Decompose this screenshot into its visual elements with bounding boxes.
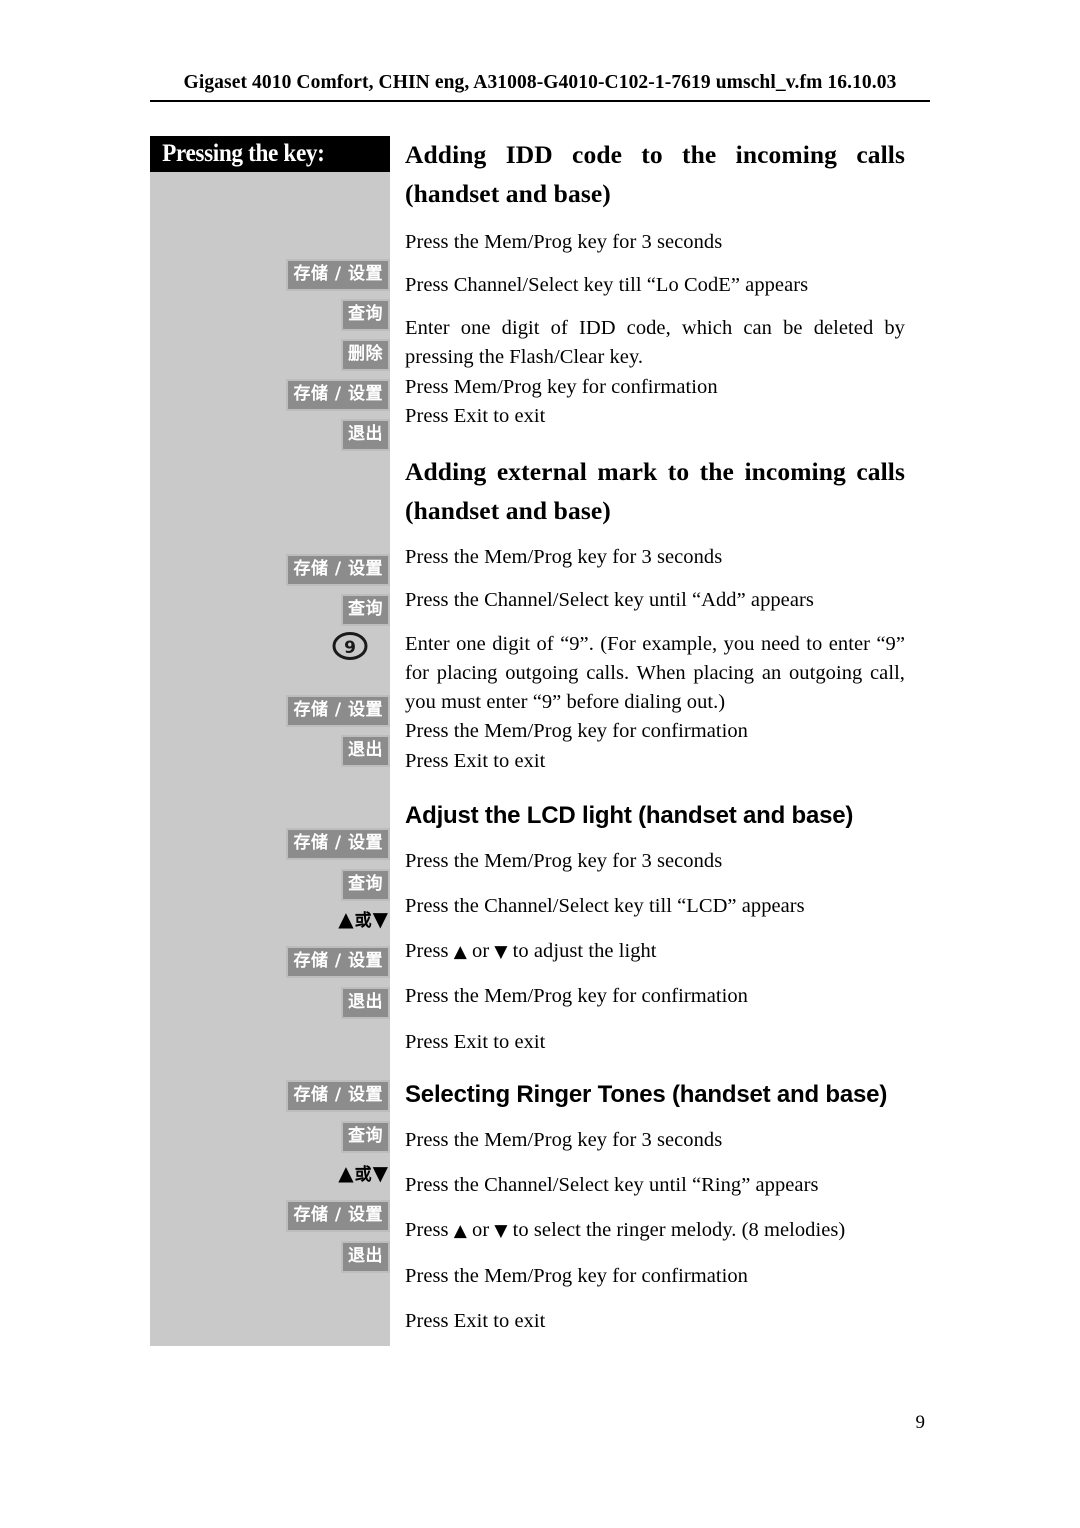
step-line: Press Mem/Prog key for confirmation	[405, 375, 718, 398]
step-line: Enter one digit of “9”. (For example, yo…	[405, 632, 905, 714]
arrow-or-label: 或	[354, 1165, 372, 1185]
instructions-content: Adding IDD code to the incoming calls (h…	[405, 136, 905, 1336]
key-digit-nine-icon[interactable]: 9	[328, 631, 372, 661]
key-chip-delete[interactable]: 删除	[341, 339, 390, 371]
section-title-line-2: (handset and base)	[405, 178, 611, 208]
step-line: Press the Mem/Prog key for 3 seconds	[405, 230, 723, 253]
step-line: Press the Mem/Prog key for confirmation	[405, 720, 748, 743]
section-adding-external-mark: Adding external mark to the incoming cal…	[405, 453, 905, 776]
step-line: Press Channel/Select key till “Lo CodE” …	[405, 273, 809, 296]
step-line: Press the Mem/Prog key for confirmation	[405, 1264, 748, 1287]
pressing-the-key-label: Pressing the key:	[162, 140, 325, 167]
arrow-or-label: 或	[354, 911, 372, 931]
key-up-down-arrows[interactable]: ▲或▼	[338, 1163, 388, 1184]
step-line-with-arrows: Press ▲ or ▼ to select the ringer melody…	[405, 1216, 905, 1245]
running-head-text: Gigaset 4010 Comfort, CHIN eng, A31008-G…	[183, 72, 897, 93]
svg-text:9: 9	[344, 638, 356, 658]
step-mid: or	[466, 1219, 495, 1242]
arrow-down-icon: ▼	[494, 942, 508, 963]
step-line: Enter one digit of IDD code, which can b…	[405, 317, 905, 369]
section-adding-idd-code: Adding IDD code to the incoming calls (h…	[405, 136, 905, 431]
arrow-up-icon: ▲	[338, 907, 354, 931]
section-title-line-2: (handset and base)	[405, 496, 611, 526]
key-chip-query[interactable]: 查询	[341, 1121, 390, 1153]
key-chip-query[interactable]: 查询	[341, 594, 390, 626]
step-line: Press the Mem/Prog key for confirmation	[405, 985, 748, 1008]
key-chip-query[interactable]: 查询	[341, 299, 390, 331]
step-line: Press the Mem/Prog key for 3 seconds	[405, 849, 723, 872]
step-line: Press Exit to exit	[405, 1309, 546, 1332]
key-up-down-arrows[interactable]: ▲或▼	[338, 909, 388, 930]
key-chip-exit[interactable]: 退出	[341, 419, 390, 451]
step-suffix: to select the ringer melody. (8 melodies…	[507, 1219, 846, 1242]
arrow-up-icon: ▲	[453, 1221, 467, 1242]
arrow-down-icon: ▼	[372, 1161, 388, 1185]
arrow-down-icon: ▼	[494, 1221, 508, 1242]
key-chip-query[interactable]: 查询	[341, 869, 390, 901]
section-selecting-ringer-tones: Selecting Ringer Tones (handset and base…	[405, 1077, 905, 1336]
step-line: Press the Channel/Select key till “LCD” …	[405, 894, 805, 917]
key-chip-exit[interactable]: 退出	[341, 987, 390, 1019]
key-chip-exit[interactable]: 退出	[341, 735, 390, 767]
step-line: Press the Mem/Prog key for 3 seconds	[405, 545, 723, 568]
key-chip-store-set[interactable]: 存储 / 设置	[286, 379, 390, 411]
arrow-down-icon: ▼	[372, 907, 388, 931]
step-mid: or	[466, 940, 495, 963]
key-chip-store-set[interactable]: 存储 / 设置	[286, 828, 390, 860]
page-number: 9	[915, 1412, 926, 1433]
section-title-line-1: Adding IDD code to the incoming calls	[405, 140, 905, 169]
key-chip-store-set[interactable]: 存储 / 设置	[286, 1200, 390, 1232]
key-chip-exit[interactable]: 退出	[341, 1241, 390, 1273]
step-line: Press Exit to exit	[405, 1030, 546, 1053]
pressing-the-key-panel: Pressing the key: 存储 / 设置 查询 删除 存储 / 设置 …	[150, 136, 390, 1346]
step-line: Press the Channel/Select key until “Add”…	[405, 589, 814, 612]
step-prefix: Press	[405, 1219, 454, 1242]
step-line: Press Exit to exit	[405, 405, 546, 428]
page-running-header: Gigaset 4010 Comfort, CHIN eng, A31008-G…	[150, 72, 930, 102]
arrow-up-icon: ▲	[453, 942, 467, 963]
key-chip-store-set[interactable]: 存储 / 设置	[286, 554, 390, 586]
step-line: Press the Channel/Select key until “Ring…	[405, 1173, 819, 1196]
key-chip-store-set[interactable]: 存储 / 设置	[286, 695, 390, 727]
section-adjust-lcd-light: Adjust the LCD light (handset and base) …	[405, 798, 905, 1057]
key-chip-store-set[interactable]: 存储 / 设置	[286, 1080, 390, 1112]
section-title-line-1: Adjust the LCD light (handset and base)	[405, 802, 854, 830]
step-line-with-arrows: Press ▲ or ▼ to adjust the light	[405, 937, 905, 966]
section-title-line-1: Adding external mark to the incoming cal…	[405, 457, 905, 487]
pressing-the-key-banner: Pressing the key:	[150, 136, 390, 172]
key-chip-store-set[interactable]: 存储 / 设置	[286, 259, 390, 291]
step-line: Press the Mem/Prog key for 3 seconds	[405, 1128, 723, 1151]
step-prefix: Press	[405, 940, 454, 963]
arrow-up-icon: ▲	[338, 1161, 354, 1185]
key-chip-store-set[interactable]: 存储 / 设置	[286, 946, 390, 978]
section-title-line-1: Selecting Ringer Tones (handset and base…	[405, 1081, 888, 1109]
step-line: Press Exit to exit	[405, 749, 546, 772]
step-suffix: to adjust the light	[507, 940, 657, 963]
